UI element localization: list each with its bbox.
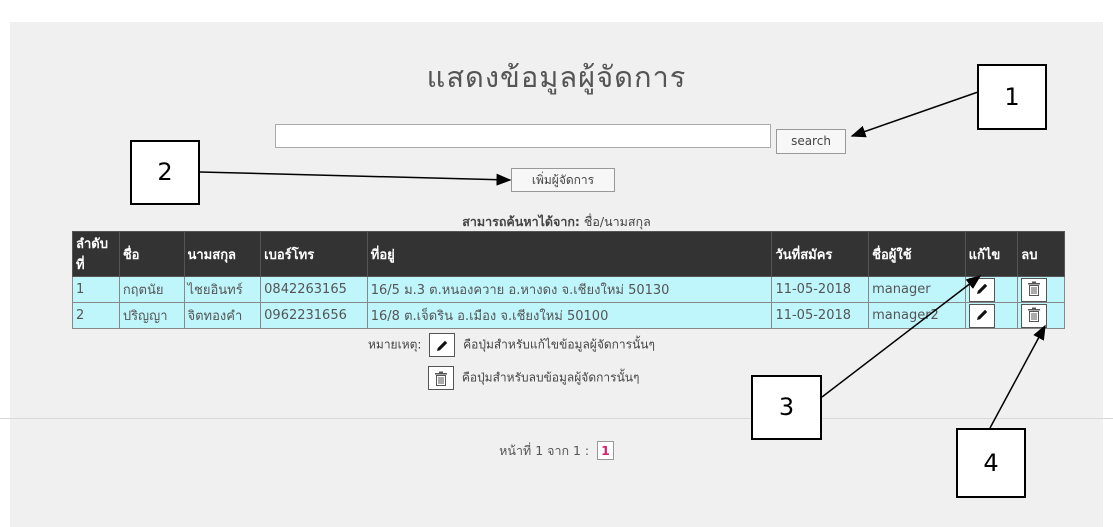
callout-3-arrow [821,275,982,398]
callout-1: 1 [977,64,1047,130]
callout-4-arrow [989,324,1046,429]
callout-2-arrow [199,171,512,186]
callout-arrows [199,91,1046,429]
callout-4: 4 [956,428,1026,498]
callout-1-arrow [850,91,979,138]
callout-2: 2 [130,140,200,205]
callout-3: 3 [751,375,822,440]
